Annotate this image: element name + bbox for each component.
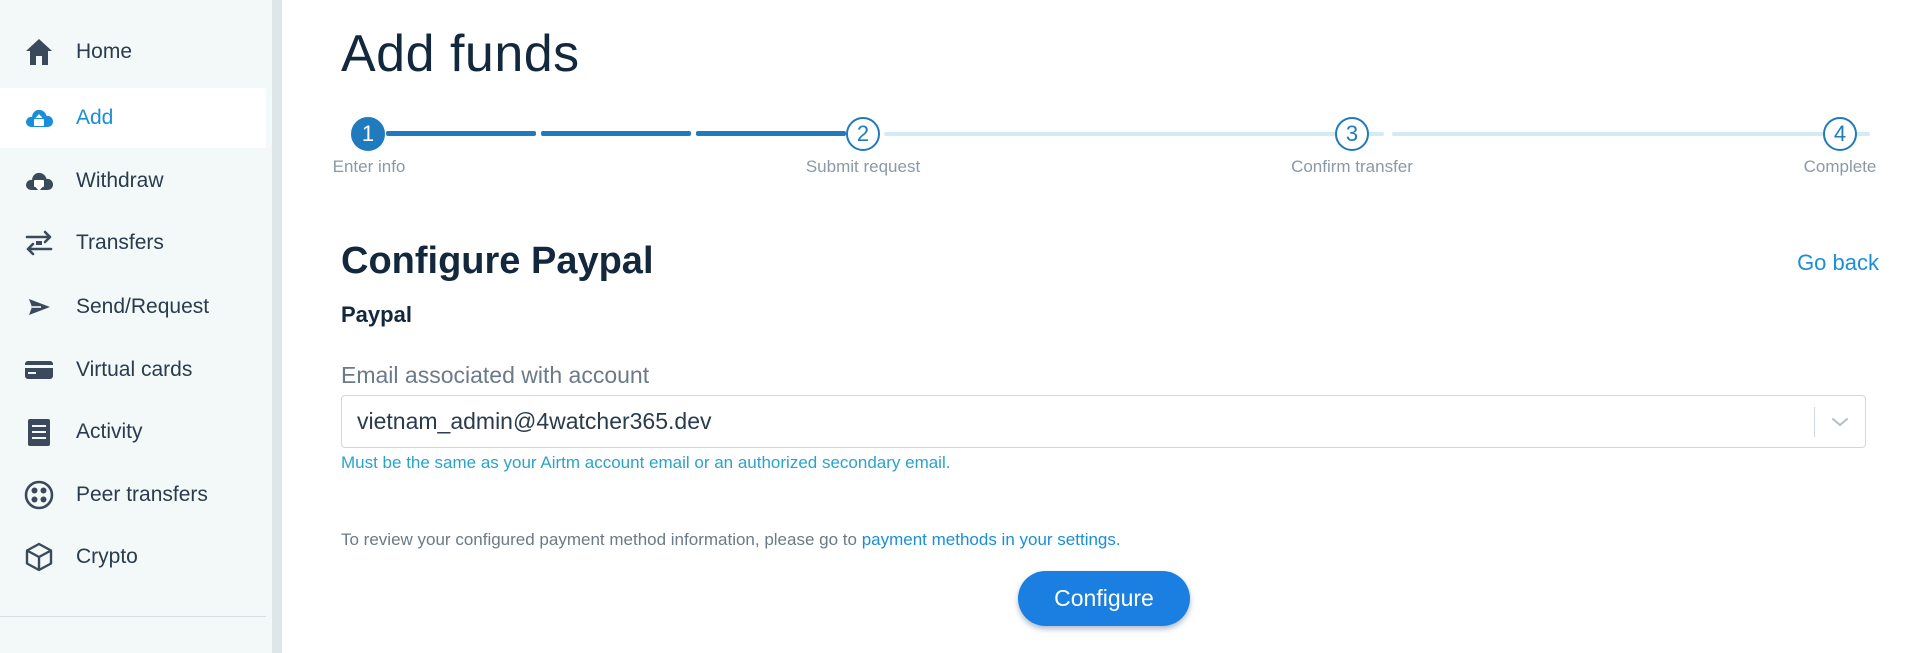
payment-methods-settings-link[interactable]: payment methods in your settings. [862,530,1121,549]
step-4-label: Complete [1803,157,1877,176]
sidebar-item-activity[interactable]: Activity [0,402,266,462]
main-content: Add funds 1 2 3 4 Enter info Submit requ… [282,0,1920,653]
sidebar-item-label: Withdraw [76,169,164,192]
sidebar-item-label: Send/Request [76,295,210,318]
sidebar: Home Add Withdraw Transfers Send/Request… [0,0,272,653]
stepper-line-pending [1422,132,1870,136]
home-icon [22,35,56,69]
review-text-prefix: To review your configured payment method… [341,530,862,549]
sidebar-item-home[interactable]: Home [0,22,266,82]
transfer-arrows-icon [22,226,56,260]
page-title: Add funds [341,25,580,83]
chevron-down-icon[interactable] [1815,395,1865,448]
email-helper-text: Must be the same as your Airtm account e… [341,453,951,472]
step-3-indicator: 3 [1335,117,1369,151]
sidebar-item-peer-transfers[interactable]: Peer transfers [0,465,266,525]
stepper-line-pending [884,132,1384,136]
sidebar-item-label: Peer transfers [76,483,208,506]
step-4-indicator: 4 [1823,117,1857,151]
sidebar-item-label: Add [76,106,114,129]
sidebar-item-add[interactable]: Add [0,88,266,148]
document-list-icon [22,415,56,449]
go-back-link[interactable]: Go back [1797,250,1879,276]
step-3-label: Confirm transfer [1291,157,1413,176]
stepper-line-done [386,131,536,136]
sidebar-divider [0,616,266,617]
sidebar-item-label: Virtual cards [76,358,193,381]
progress-stepper: 1 2 3 4 Enter info Submit request Confir… [282,115,1920,185]
sidebar-item-label: Home [76,40,133,63]
sidebar-item-label: Transfers [76,231,164,254]
section-title: Configure Paypal [341,240,654,282]
sidebar-item-virtual-cards[interactable]: Virtual cards [0,340,266,400]
payment-method-name: Paypal [341,302,412,327]
sidebar-item-crypto[interactable]: Crypto [0,527,266,587]
sidebar-item-transfers[interactable]: Transfers [0,213,266,273]
step-1-label: Enter info [332,157,406,176]
cloud-upload-icon [22,101,56,135]
email-field-label: Email associated with account [341,362,650,388]
step-2-indicator: 2 [846,117,880,151]
sidebar-item-send-request[interactable]: Send/Request [0,277,266,337]
card-icon [22,353,56,387]
stepper-line-done [696,131,846,136]
sidebar-item-label: Activity [76,420,143,443]
sidebar-edge [272,0,282,653]
sidebar-item-withdraw[interactable]: Withdraw [0,151,266,211]
sidebar-item-label: Crypto [76,545,138,568]
cube-icon [22,540,56,574]
stepper-line-done [541,131,691,136]
step-2-label: Submit request [805,157,921,176]
peer-circles-icon [22,478,56,512]
review-text: To review your configured payment method… [341,530,1121,550]
cloud-download-icon [22,164,56,198]
configure-button[interactable]: Configure [1018,571,1190,626]
step-1-indicator: 1 [351,117,385,151]
email-select[interactable]: vietnam_admin@4watcher365.dev [341,395,1866,448]
send-icon [22,290,56,324]
email-select-value: vietnam_admin@4watcher365.dev [357,408,712,434]
